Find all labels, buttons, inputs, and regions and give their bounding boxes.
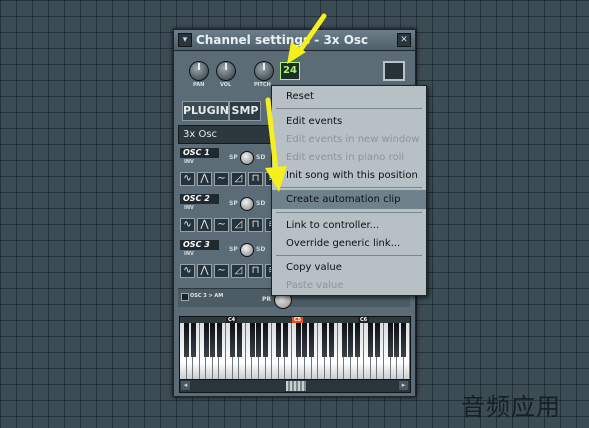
annotation-arrows: [265, 13, 327, 192]
arrow-to-channel-number: [287, 13, 327, 64]
watermark-text: 音频应用: [461, 393, 561, 421]
arrow-to-create-automation-clip: [265, 97, 287, 192]
